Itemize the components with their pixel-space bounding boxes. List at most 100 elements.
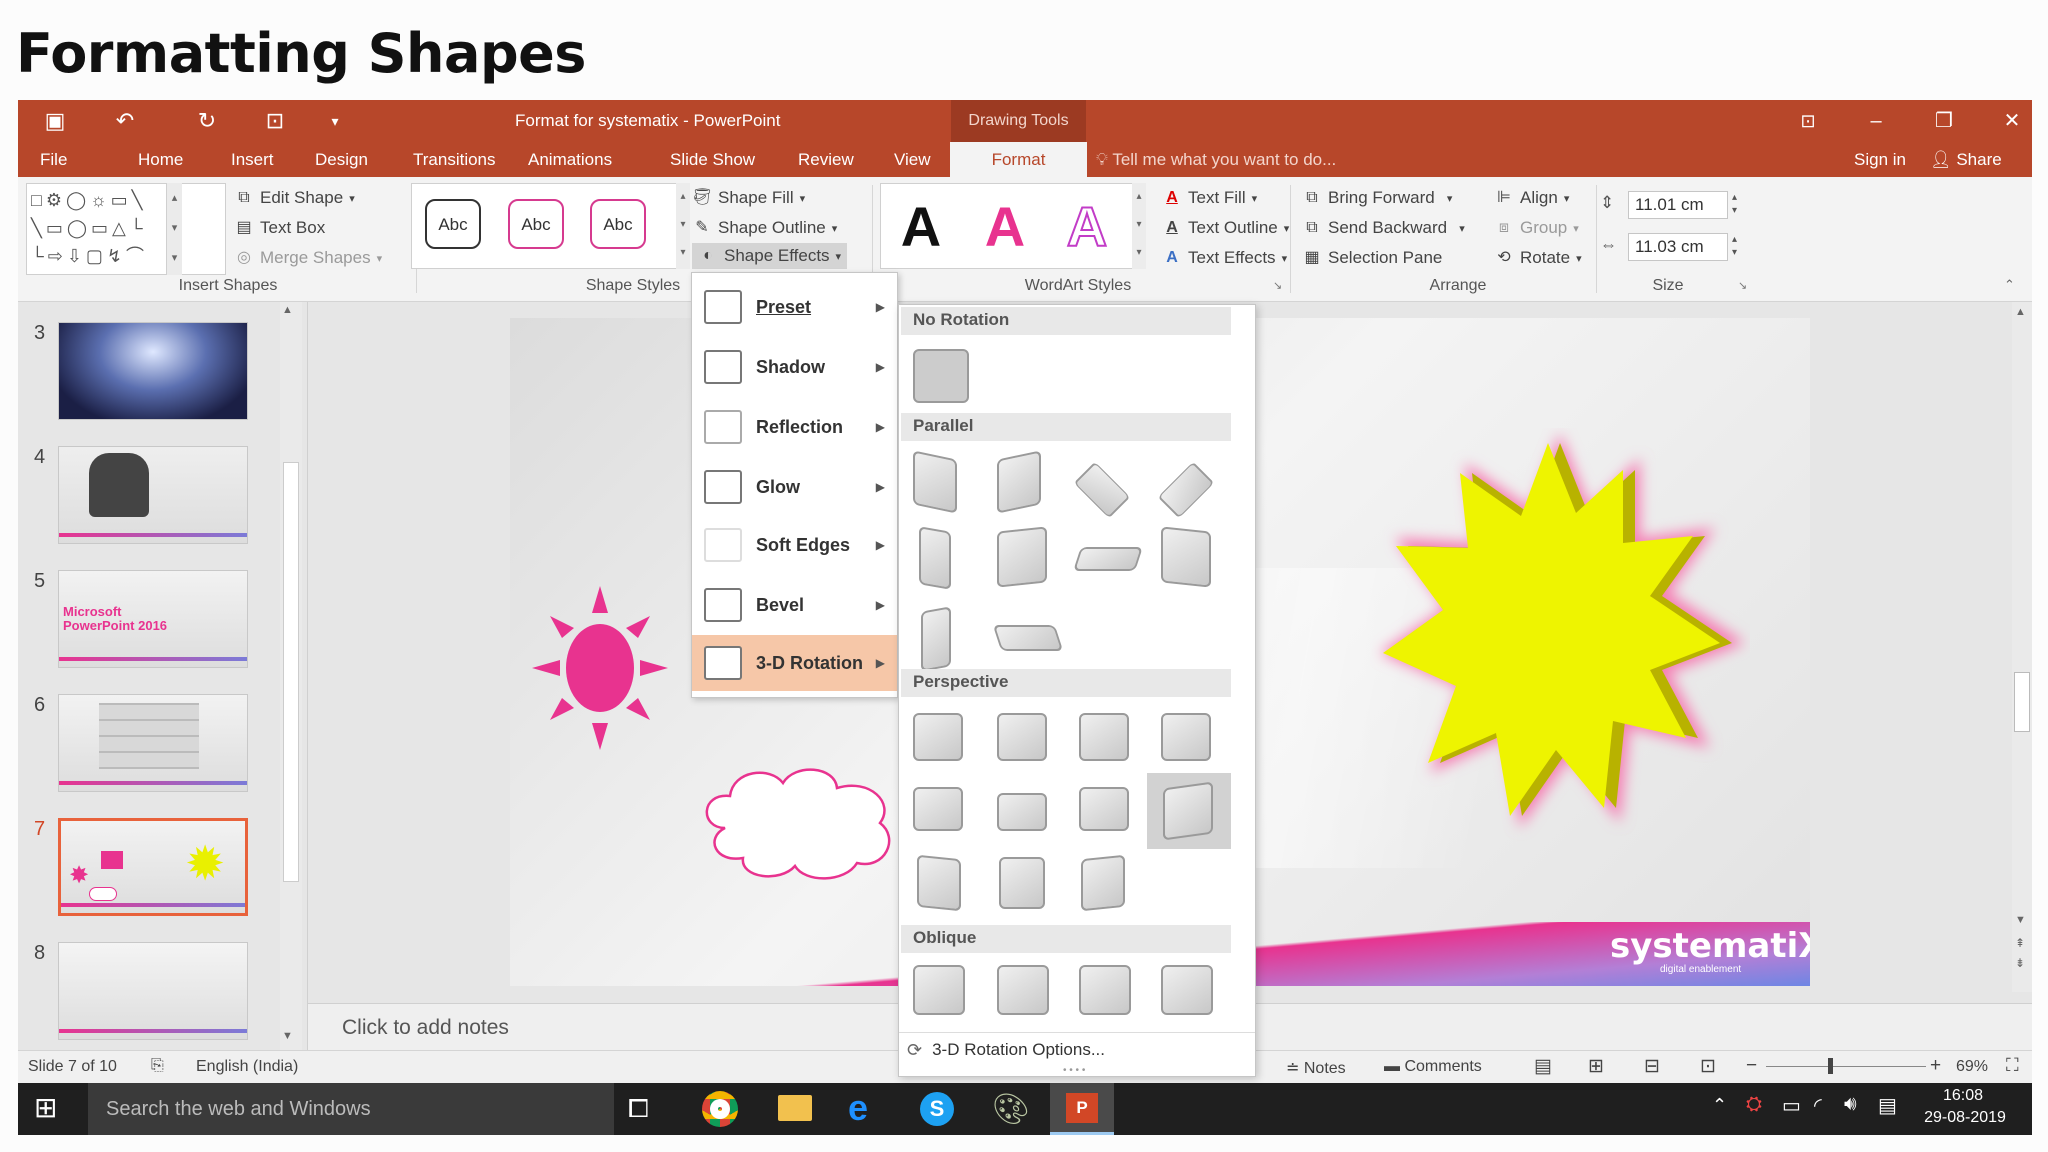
shape-width-input[interactable]: 11.03 cm <box>1628 233 1728 261</box>
zoom-level[interactable]: 69% <box>1956 1058 1988 1076</box>
tell-me-box[interactable]: 💡︎ Tell me what you want to do... <box>1096 150 1336 170</box>
scroll-up-icon[interactable]: ▲ <box>282 304 293 316</box>
task-view-icon[interactable]: ⧠ <box>628 1093 649 1125</box>
rotation-option-no-rotation[interactable] <box>913 349 969 403</box>
rotation-option[interactable] <box>999 857 1045 909</box>
slide-thumbnail[interactable] <box>58 322 248 420</box>
scroll-down-icon[interactable]: ▼ <box>2015 914 2026 926</box>
menu-item-preset[interactable]: Preset ▶ <box>692 279 897 335</box>
rotation-option[interactable] <box>913 965 965 1015</box>
rotation-option[interactable] <box>997 713 1047 761</box>
shapes-gallery-scroll[interactable]: ▴ ▾ ▾ <box>166 183 182 275</box>
slide-sorter-icon[interactable]: ⊞ <box>1588 1055 1604 1078</box>
text-fill-button[interactable]: A Text Fill ▾ <box>1162 185 1257 211</box>
text-effects-button[interactable]: A Text Effects ▾ <box>1162 245 1287 271</box>
file-explorer-icon[interactable] <box>778 1095 812 1121</box>
tab-design[interactable]: Design <box>305 142 378 177</box>
zoom-slider-thumb[interactable] <box>1828 1058 1833 1074</box>
rotate-button[interactable]: ⟲ Rotate ▾ <box>1494 245 1581 271</box>
resize-grip[interactable]: • • • • <box>1063 1065 1085 1076</box>
menu-item-bevel[interactable]: Bevel ▶ <box>692 577 897 633</box>
action-center-icon[interactable]: ▤ <box>1878 1093 1897 1118</box>
shape-outline-button[interactable]: ✎ Shape Outline ▾ <box>692 215 837 241</box>
close-icon[interactable]: ✕ <box>1978 100 2032 142</box>
slide-thumbnail[interactable] <box>58 694 248 792</box>
cloud-shape[interactable] <box>695 758 905 888</box>
customize-qat-icon[interactable]: ▾ <box>318 106 352 136</box>
shape-style-swatch-1[interactable]: Abc <box>425 199 481 249</box>
present-icon[interactable]: ⊡ <box>258 106 292 136</box>
skype-icon[interactable]: S <box>920 1092 954 1126</box>
tab-view[interactable]: View <box>884 142 941 177</box>
taskbar-date[interactable]: 29-08-2019 <box>1920 1109 2010 1127</box>
rotation-option-hovered[interactable] <box>1147 773 1231 849</box>
editor-scrollbar[interactable]: ▲ ▼ ⇞ ⇟ <box>2012 302 2032 992</box>
rotation-option[interactable] <box>1079 713 1129 761</box>
shape-styles-scroll[interactable]: ▴ ▾ ▾ <box>676 183 690 269</box>
taskbar-clock[interactable]: 16:08 <box>1928 1087 1998 1105</box>
text-box-button[interactable]: ▤ Text Box <box>234 215 325 241</box>
rotation-option[interactable] <box>1157 461 1215 519</box>
send-backward-button[interactable]: ⧉ Send Backward ▾ <box>1302 215 1464 241</box>
size-dialog-launcher-icon[interactable]: ↘ <box>1738 279 1747 292</box>
next-slide-icon[interactable]: ⇟ <box>2015 956 2025 970</box>
undo-icon[interactable]: ↶ <box>108 106 142 136</box>
shape-style-swatch-2[interactable]: Abc <box>508 199 564 249</box>
slideshow-view-icon[interactable]: ⊡ <box>1700 1055 1716 1078</box>
rotation-option[interactable] <box>1161 713 1211 761</box>
restore-icon[interactable]: ❐ <box>1910 100 1978 142</box>
tab-animations[interactable]: Animations <box>518 142 622 177</box>
width-spinner[interactable]: ▴ ▾ <box>1732 233 1737 259</box>
normal-view-icon[interactable]: ▤ <box>1534 1055 1552 1078</box>
fit-to-window-icon[interactable]: ⛶ <box>2006 1055 2019 1076</box>
shapes-gallery[interactable]: □⚙︎◯☼▭╲ ╲▭◯▭△└ └⇨⇩▢↯⌒ <box>26 183 226 275</box>
rotation-option[interactable] <box>1161 526 1211 588</box>
scroll-thumb[interactable] <box>283 462 299 882</box>
3d-rotation-options-link[interactable]: ⟳ 3-D Rotation Options... <box>907 1035 1247 1065</box>
edit-shape-button[interactable]: ⧉ Edit Shape ▾ <box>234 185 354 211</box>
wordart-style-1[interactable]: A <box>886 195 956 259</box>
shape-style-swatch-3[interactable]: Abc <box>590 199 646 249</box>
paint-app-icon[interactable]: 🎨︎ <box>992 1092 1030 1127</box>
save-icon[interactable]: ▣ <box>38 106 72 136</box>
rotation-option[interactable] <box>913 713 963 761</box>
tab-review[interactable]: Review <box>788 142 864 177</box>
share-button[interactable]: 👤︎ Share <box>1930 150 2002 170</box>
rotation-option[interactable] <box>917 854 961 912</box>
sign-in-link[interactable]: Sign in <box>1854 150 1906 170</box>
rotation-option[interactable] <box>1161 965 1213 1015</box>
rotation-option[interactable] <box>921 606 951 672</box>
pink-sun-shape[interactable] <box>530 578 670 758</box>
rotation-option[interactable] <box>913 787 963 831</box>
wifi-icon[interactable]: ◜ <box>1814 1093 1822 1118</box>
height-spinner[interactable]: ▴ ▾ <box>1732 191 1737 217</box>
zoom-in-icon[interactable]: + <box>1930 1055 1941 1077</box>
taskbar-search-box[interactable]: Search the web and Windows <box>88 1083 614 1135</box>
zoom-slider[interactable] <box>1766 1058 1926 1074</box>
tray-app-icon[interactable]: ⛭ <box>1746 1093 1762 1116</box>
notes-button[interactable]: ≐ Notes <box>1286 1058 1346 1078</box>
shape-fill-button[interactable]: 🪣︎ Shape Fill ▾ <box>692 185 805 211</box>
group-button[interactable]: ⧈ Group ▾ <box>1494 215 1579 241</box>
windows-start-icon[interactable]: ⊞ <box>34 1091 57 1125</box>
selection-pane-button[interactable]: ▦ Selection Pane <box>1302 245 1442 271</box>
menu-item-shadow[interactable]: Shadow ▶ <box>692 339 897 395</box>
tab-home[interactable]: Home <box>128 142 193 177</box>
wordart-dialog-launcher-icon[interactable]: ↘ <box>1273 279 1282 292</box>
align-button[interactable]: ⊫ Align ▾ <box>1494 185 1569 211</box>
rotation-option[interactable] <box>997 965 1049 1015</box>
rotation-option[interactable] <box>997 526 1047 588</box>
text-outline-button[interactable]: A Text Outline ▾ <box>1162 215 1289 241</box>
slide-thumbnail[interactable] <box>58 942 248 1040</box>
redo-icon[interactable]: ↻ <box>190 106 224 136</box>
slide-thumbnail[interactable] <box>58 446 248 544</box>
edge-icon[interactable]: e <box>848 1087 868 1129</box>
tab-transitions[interactable]: Transitions <box>403 142 506 177</box>
scroll-down-icon[interactable]: ▼ <box>282 1030 293 1042</box>
tab-file[interactable]: File <box>30 142 77 177</box>
show-hidden-icons[interactable]: ⌃ <box>1712 1095 1727 1116</box>
scroll-thumb[interactable] <box>2014 672 2030 732</box>
wordart-scroll[interactable]: ▴ ▾ ▾ <box>1132 183 1146 269</box>
yellow-star-3d-shape[interactable] <box>1370 428 1750 848</box>
ribbon-display-icon[interactable]: ⊡ <box>1774 100 1842 142</box>
